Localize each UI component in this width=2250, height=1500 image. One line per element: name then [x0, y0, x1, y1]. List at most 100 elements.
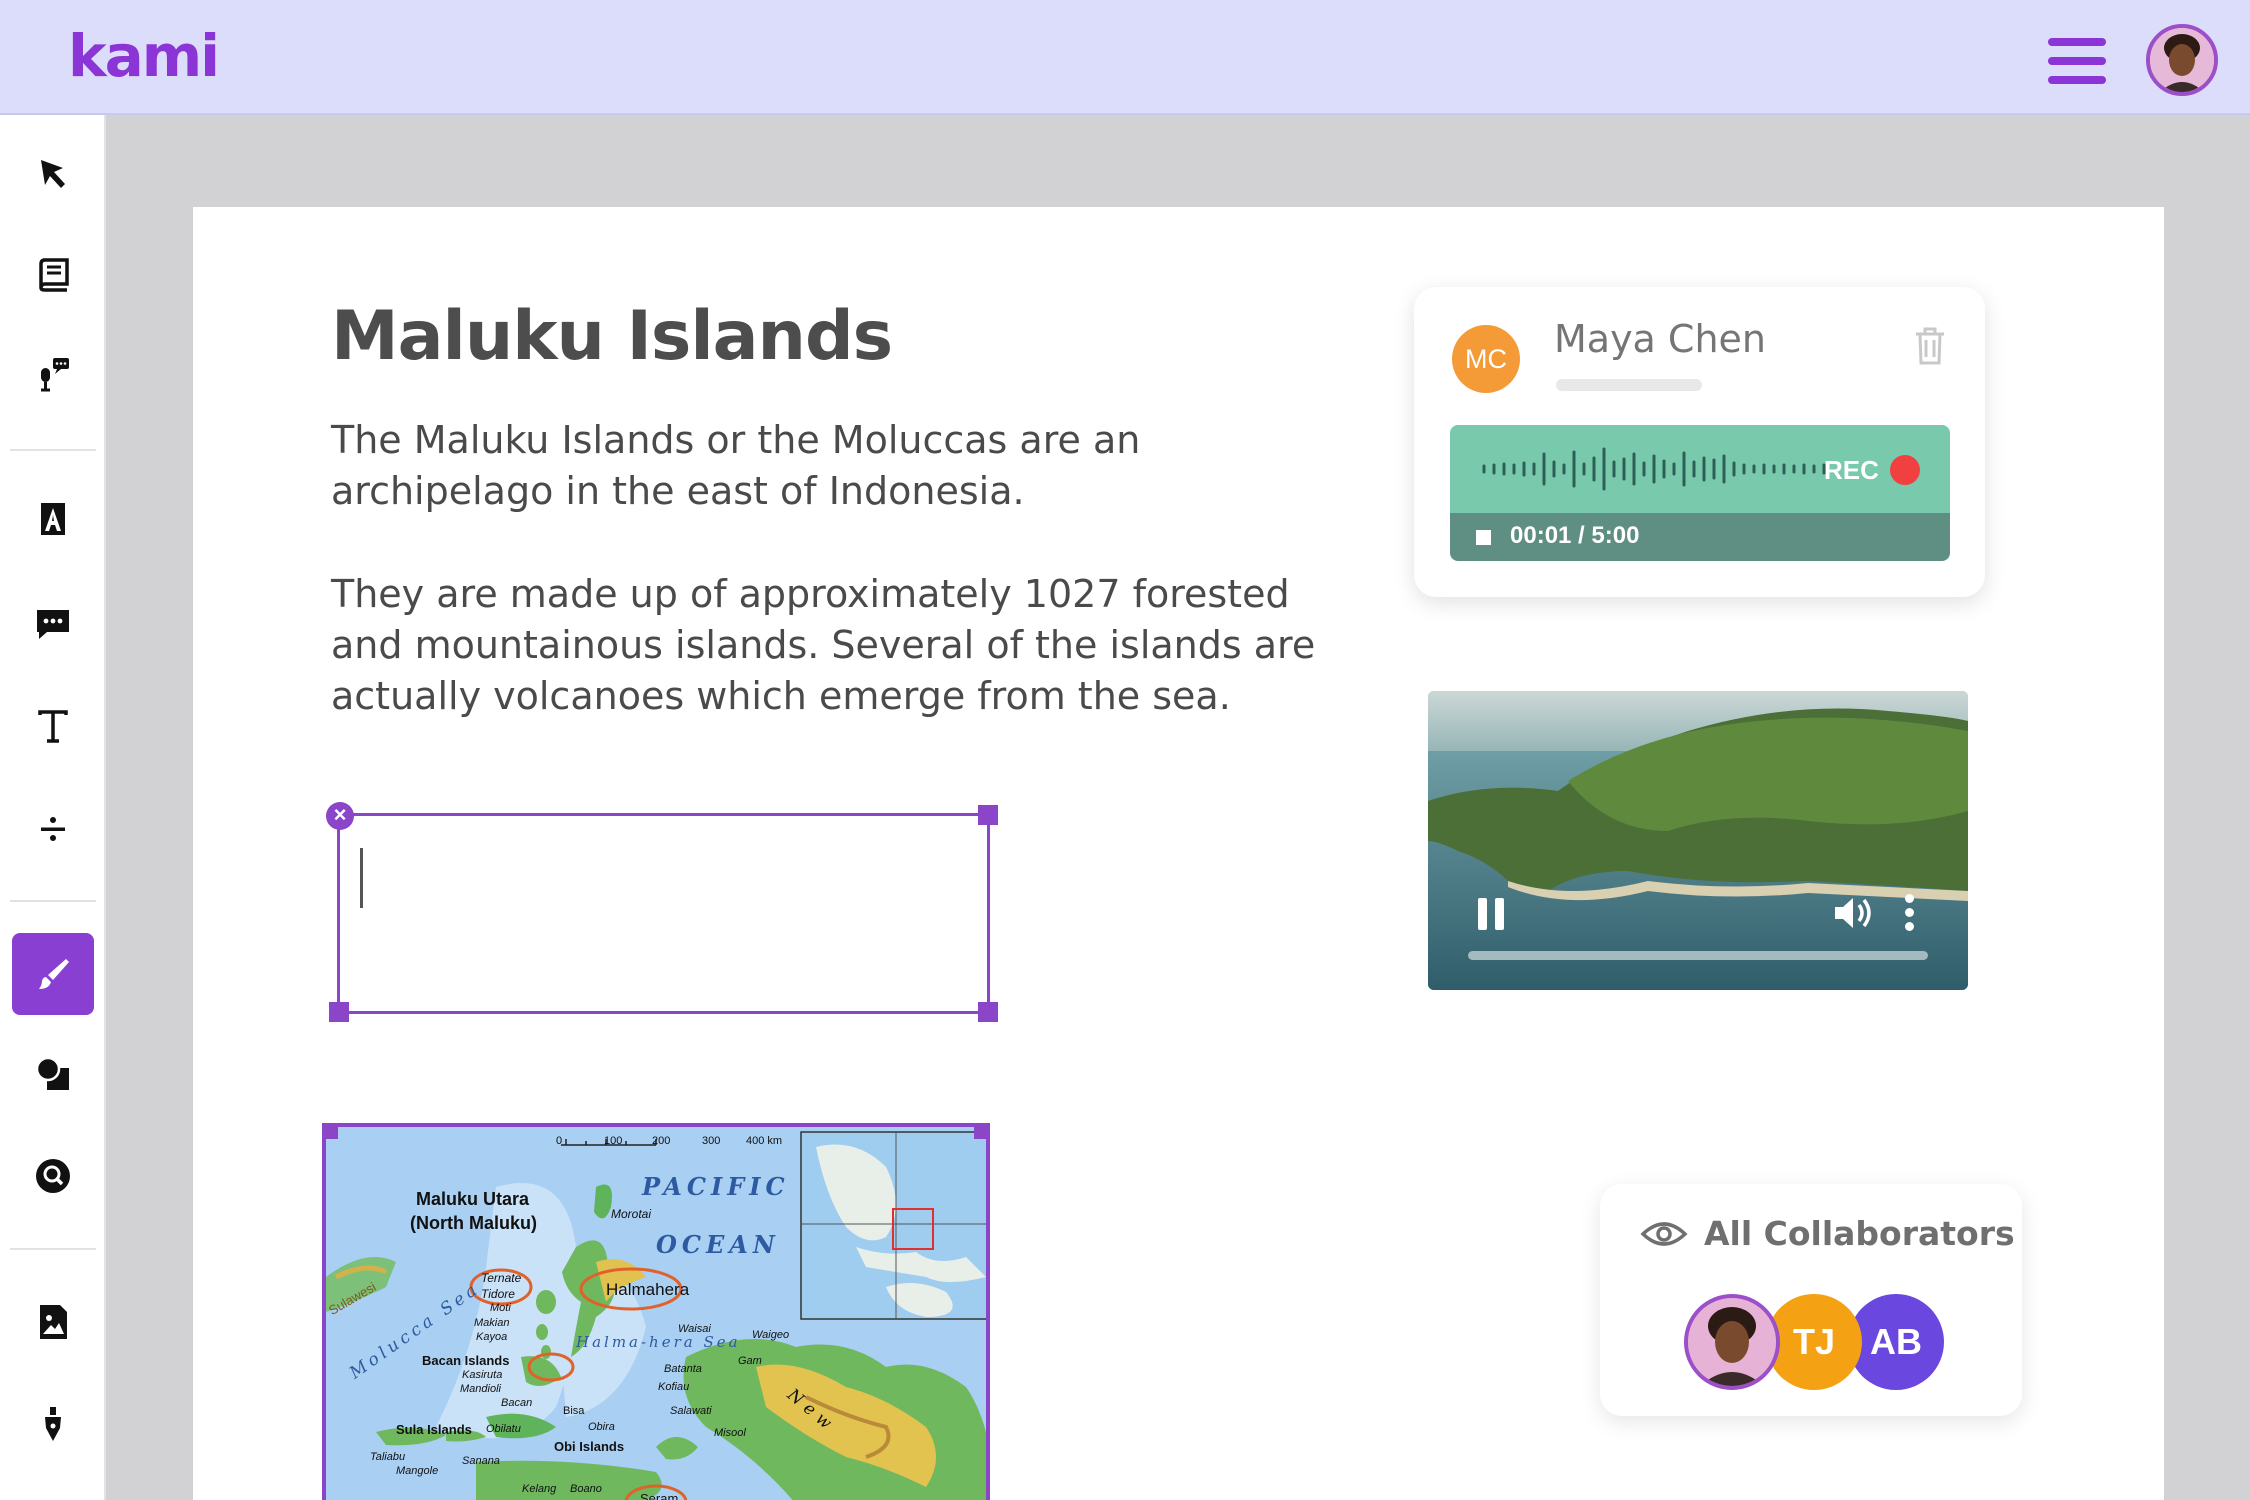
divide-icon — [41, 817, 65, 841]
select-tool[interactable] — [12, 133, 94, 215]
map-scale-label: 0 — [556, 1135, 563, 1147]
more-options-icon[interactable] — [1903, 894, 1915, 932]
trash-icon[interactable] — [1912, 325, 1948, 367]
resize-handle-bottom-right[interactable] — [978, 1002, 998, 1022]
map-scale-label: 200 — [652, 1135, 671, 1147]
map-place-label: Gam — [738, 1355, 762, 1367]
stop-button[interactable] — [1476, 530, 1491, 545]
volume-icon[interactable] — [1831, 893, 1875, 933]
audio-time: 00:01 / 5:00 — [1510, 522, 1640, 549]
rec-label: REC — [1824, 455, 1879, 485]
map-place-label: Ternate — [481, 1271, 522, 1285]
map-place-label: Makian — [474, 1317, 510, 1329]
waveform-graphic — [1482, 447, 1826, 491]
map-place-label: Bacan — [501, 1397, 533, 1409]
collaborator-avatar-photo[interactable] — [1684, 1294, 1780, 1390]
map-place-label: Mangole — [396, 1465, 439, 1477]
map-place-label: Salawati — [670, 1405, 712, 1417]
map-ocean-label: PACIFIC — [642, 1172, 790, 1201]
comment-subtitle-placeholder — [1556, 379, 1702, 391]
video-progress-bar[interactable] — [1468, 951, 1928, 960]
signature-tool[interactable] — [12, 1383, 94, 1465]
dictionary-tool[interactable] — [12, 233, 94, 315]
map-place-label: Misool — [714, 1427, 746, 1439]
maluku-map-image[interactable]: 0 100 200 300 400 km PACIFIC OCEAN Maluk… — [322, 1123, 990, 1500]
search-bubble-icon — [36, 1159, 70, 1193]
close-icon[interactable]: × — [326, 802, 354, 830]
video-player[interactable] — [1428, 691, 1968, 990]
image-icon — [40, 1305, 67, 1339]
text-caret — [360, 848, 363, 908]
shapes-icon — [35, 1056, 69, 1090]
avatar: MC — [1452, 325, 1520, 393]
record-indicator-icon — [1890, 455, 1920, 485]
collaborators-title[interactable]: All Collaborators — [1704, 1214, 2015, 1253]
text-icon — [38, 710, 68, 743]
map-scale-label: 300 — [702, 1135, 721, 1147]
highlighter-icon — [41, 503, 65, 535]
map-place-label: Kelang — [522, 1483, 557, 1495]
user-avatar[interactable] — [2146, 24, 2218, 96]
eraser-tool[interactable] — [12, 1135, 94, 1217]
cursor-arrow-icon — [41, 160, 65, 188]
hamburger-menu-icon[interactable] — [2048, 36, 2106, 86]
comment-author-name: Maya Chen — [1554, 317, 1767, 361]
map-scale-label: 400 km — [746, 1135, 783, 1147]
map-place-label: Waigeo — [752, 1329, 790, 1341]
audio-comment-card: MC Maya Chen REC 00:01 / 5:00 — [1414, 287, 1985, 597]
audio-waveform: REC — [1450, 425, 1950, 513]
collaborator-avatar-ab[interactable]: AB — [1848, 1294, 1944, 1390]
text-tool[interactable] — [12, 685, 94, 767]
map-island-label: Bacan Islands — [422, 1353, 510, 1368]
read-aloud-tool[interactable] — [12, 333, 94, 415]
resize-handle-top-left[interactable] — [326, 1127, 338, 1139]
island-video-frame — [1428, 691, 1968, 990]
pen-nib-icon — [45, 1407, 61, 1441]
comment-icon — [37, 610, 69, 639]
equation-tool[interactable] — [12, 788, 94, 870]
map-place-label: Obira — [588, 1421, 615, 1433]
paragraph-intro: The Maluku Islands or the Moluccas are a… — [331, 418, 1141, 513]
map-island-label: Halmahera — [606, 1280, 690, 1299]
audio-recorder[interactable]: REC 00:01 / 5:00 — [1450, 425, 1950, 561]
audio-controls: 00:01 / 5:00 — [1450, 513, 1950, 561]
kami-logo[interactable]: kami — [68, 22, 220, 90]
resize-handle-top-right[interactable] — [974, 1127, 986, 1139]
map-region-label: (North Maluku) — [410, 1213, 537, 1233]
map-place-label: Morotai — [611, 1207, 652, 1221]
pause-button[interactable] — [1478, 898, 1504, 930]
map-island-label: Sula Islands — [396, 1422, 472, 1437]
resize-handle-top-right[interactable] — [978, 805, 998, 825]
map-place-label: Kofiau — [658, 1381, 690, 1393]
collaborators-panel: All Collaborators TJ AB — [1600, 1184, 2022, 1416]
paintbrush-icon — [39, 959, 69, 989]
eye-icon[interactable] — [1640, 1216, 1688, 1252]
map-place-label: Bisa — [563, 1405, 585, 1417]
shapes-tool[interactable] — [12, 1033, 94, 1115]
collaborator-avatar-tj[interactable]: TJ — [1766, 1294, 1862, 1390]
add-media-tool[interactable] — [12, 1281, 94, 1363]
drawing-tool[interactable] — [12, 933, 94, 1015]
map-place-label: Obilatu — [486, 1423, 521, 1435]
map-place-label: Moti — [490, 1302, 511, 1314]
map-region-label: Maluku Utara — [416, 1189, 530, 1209]
map-place-label: Mandioli — [460, 1383, 501, 1395]
resize-handle-bottom-left[interactable] — [329, 1002, 349, 1022]
map-place-label: Sanana — [462, 1455, 500, 1467]
map-sea-label: Halma-hera Sea — [576, 1333, 741, 1351]
markup-tool[interactable] — [12, 478, 94, 560]
map-place-label: Batanta — [664, 1363, 702, 1375]
comment-tool[interactable] — [12, 583, 94, 665]
map-place-label: Tidore — [481, 1287, 515, 1301]
map-place-label: Kasiruta — [462, 1369, 503, 1381]
microphone-speech-icon — [41, 358, 69, 392]
text-annotation-box[interactable]: × — [326, 802, 998, 1022]
left-toolbar — [0, 115, 106, 1500]
book-icon — [39, 258, 69, 292]
top-bar: kami — [0, 0, 2250, 115]
page-title: Maluku Islands — [331, 297, 893, 376]
map-scale-label: 100 — [604, 1135, 623, 1147]
map-ocean-label: OCEAN — [656, 1230, 780, 1259]
map-place-label: Boano — [570, 1483, 602, 1495]
map-island-label: Obi Islands — [554, 1439, 625, 1454]
